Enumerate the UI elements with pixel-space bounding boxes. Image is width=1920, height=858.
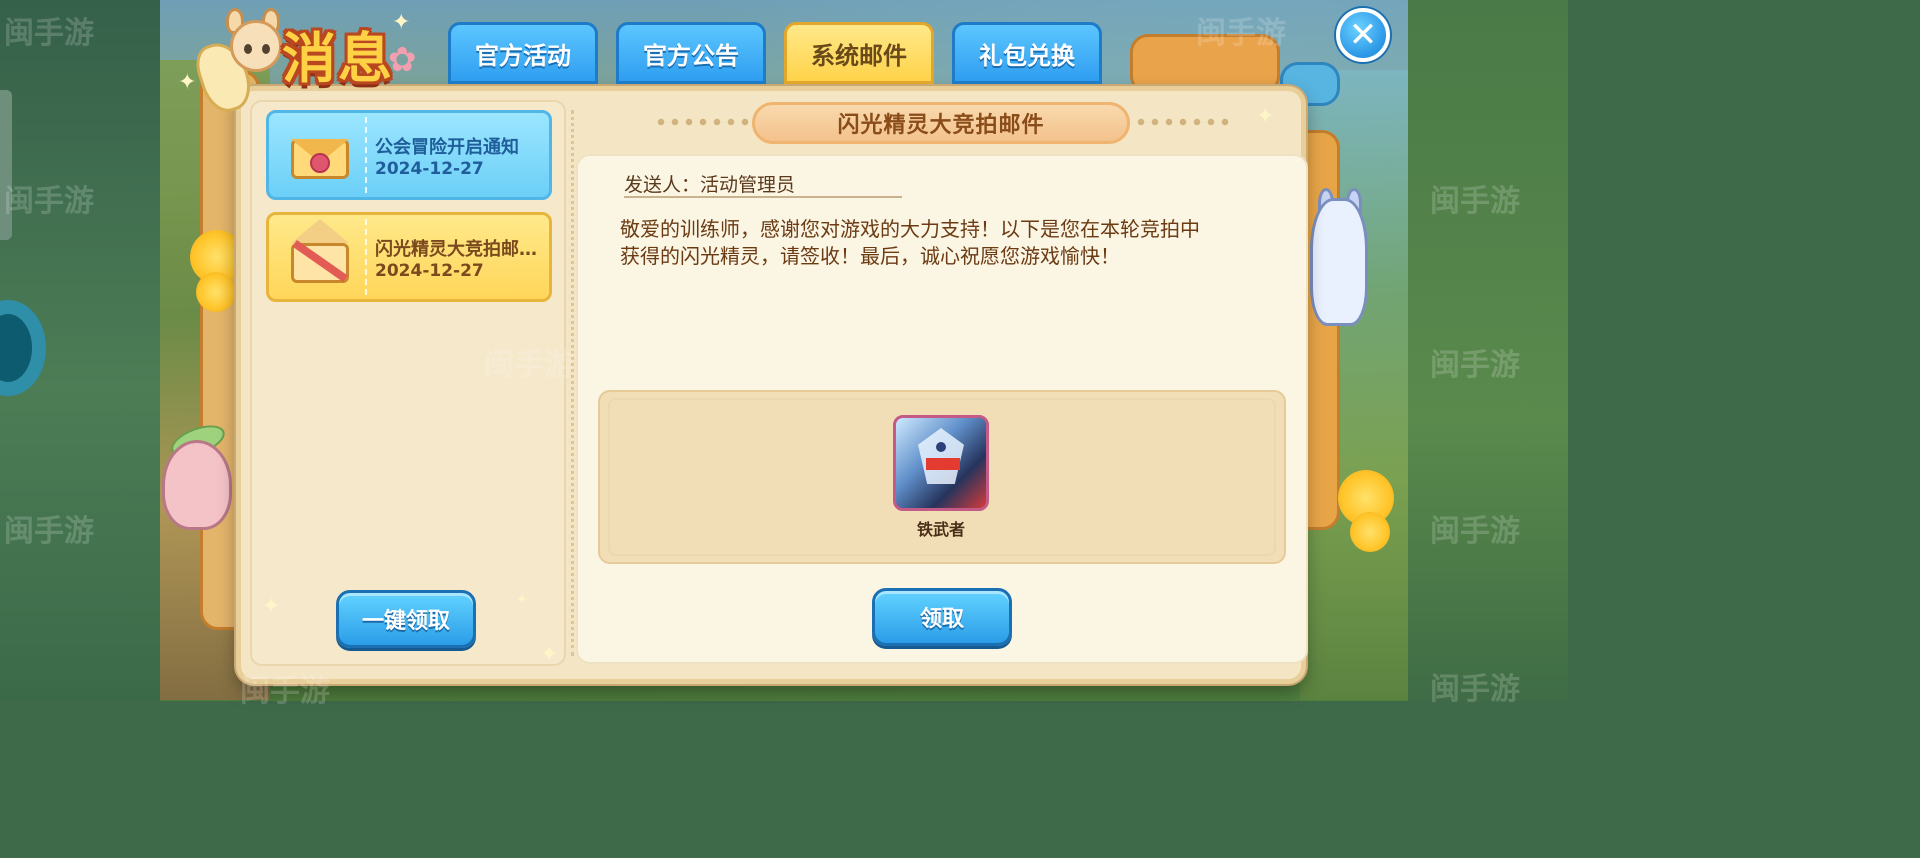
tab-system-mail[interactable]: 系统邮件	[784, 22, 934, 84]
title-dots-left	[654, 117, 750, 127]
ticket-divider	[365, 219, 367, 295]
pink-creature-icon	[162, 440, 232, 530]
sparkle-icon: ✦	[540, 642, 559, 667]
watermark: 闽手游	[1430, 184, 1520, 219]
mecha-core	[936, 442, 946, 452]
close-button[interactable]: ✕	[1336, 8, 1390, 62]
blue-creature-icon	[1310, 198, 1368, 326]
sparkle-icon: ✦	[1256, 104, 1275, 129]
envelope-flap	[291, 219, 349, 243]
mail-list-item[interactable]: 公会冒险开启通知 2024-12-27	[266, 110, 552, 200]
title-dots-right	[1134, 117, 1230, 127]
ticket-divider	[365, 117, 367, 193]
mascot-head	[230, 20, 282, 72]
mascot-eye	[244, 44, 252, 54]
watermark: 闽手游	[1430, 672, 1520, 707]
mecha-stripe	[926, 458, 960, 470]
claim-button[interactable]: 领取	[872, 588, 1012, 646]
mail-item-date: 2024-12-27	[375, 159, 484, 179]
sakura-flower-icon: ✿	[388, 40, 417, 80]
mascot-eye	[262, 44, 270, 54]
mail-item-date: 2024-12-27	[375, 261, 484, 281]
watermark: 闽手游	[1196, 16, 1286, 51]
watermark: 闽手游	[1430, 514, 1520, 549]
mail-body-line: 获得的闪光精灵，请签收！最后，诚心祝愿您游戏愉快！	[620, 244, 1120, 268]
watermark: 闽手游	[4, 514, 94, 549]
mail-body: 敬爱的训练师，感谢您对游戏的大力支持！以下是您在本轮竞拍中 获得的闪光精灵，请签…	[620, 216, 1270, 270]
flower-decoration	[1350, 512, 1390, 552]
mecha-armor	[918, 428, 964, 484]
sealed-envelope-icon	[289, 127, 351, 183]
tab-gift-redeem[interactable]: 礼包兑换	[952, 22, 1102, 84]
mail-item-title: 闪光精灵大竞拍邮…	[375, 239, 537, 260]
mecha-creature-icon[interactable]	[893, 415, 989, 511]
watermark: 闽手游	[1430, 348, 1520, 383]
claim-all-button[interactable]: 一键领取	[336, 590, 476, 648]
mascot-icon	[190, 2, 282, 122]
open-envelope-icon	[289, 219, 351, 285]
sparkle-icon: ✦	[178, 70, 197, 95]
mail-body-line: 敬爱的训练师，感谢您对游戏的大力支持！以下是您在本轮竞拍中	[620, 217, 1200, 241]
attachment-name: 铁武者	[916, 520, 965, 539]
flower-decoration	[196, 272, 236, 312]
tab-official-events[interactable]: 官方活动	[448, 22, 598, 84]
sparkle-icon: ✦	[392, 10, 411, 35]
watermark: 闽手游	[240, 674, 330, 709]
watermark: 闽手游	[484, 348, 574, 383]
envelope-seal	[310, 153, 330, 173]
watermark: 闽手游	[4, 184, 94, 219]
page-title: 消息	[282, 27, 394, 90]
sparkle-icon: ✦	[262, 594, 281, 619]
mail-sender: 发送人：活动管理员	[624, 170, 902, 198]
tab-official-announcements[interactable]: 官方公告	[616, 22, 766, 84]
watermark: 闽手游	[4, 16, 94, 51]
mail-list-item-selected[interactable]: 闪光精灵大竞拍邮… 2024-12-27	[266, 212, 552, 302]
close-x-icon: ✕	[1348, 15, 1378, 55]
mail-title-banner: 闪光精灵大竞拍邮件	[752, 102, 1130, 144]
sparkle-icon: ✦	[516, 592, 528, 608]
mail-item-title: 公会冒险开启通知	[375, 137, 519, 158]
